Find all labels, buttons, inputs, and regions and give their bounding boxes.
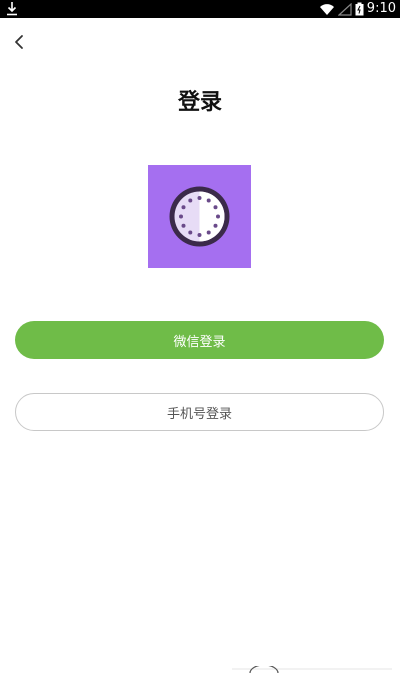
back-button[interactable] (8, 30, 32, 54)
login-screen: 9:10 登录 微信登录 手机号登录 (0, 0, 400, 673)
app-logo (148, 165, 251, 268)
battery-icon (355, 2, 364, 16)
wechat-login-label: 微信登录 (173, 334, 226, 350)
signal-icon (337, 2, 352, 16)
status-time: 9:10 (366, 1, 396, 16)
download-icon (7, 2, 17, 16)
status-bar: 9:10 (0, 0, 400, 18)
chevron-left-icon (15, 35, 23, 49)
page-title: 登录 (177, 90, 222, 115)
wechat-login-button[interactable]: 微信登录 (15, 321, 384, 359)
bottom-partial-divider (232, 666, 392, 673)
status-icons: 9:10 (319, 0, 396, 18)
clock-dial-icon (169, 186, 230, 247)
wifi-icon (319, 3, 334, 15)
phone-login-button[interactable]: 手机号登录 (15, 393, 384, 431)
phone-login-label: 手机号登录 (166, 406, 232, 422)
